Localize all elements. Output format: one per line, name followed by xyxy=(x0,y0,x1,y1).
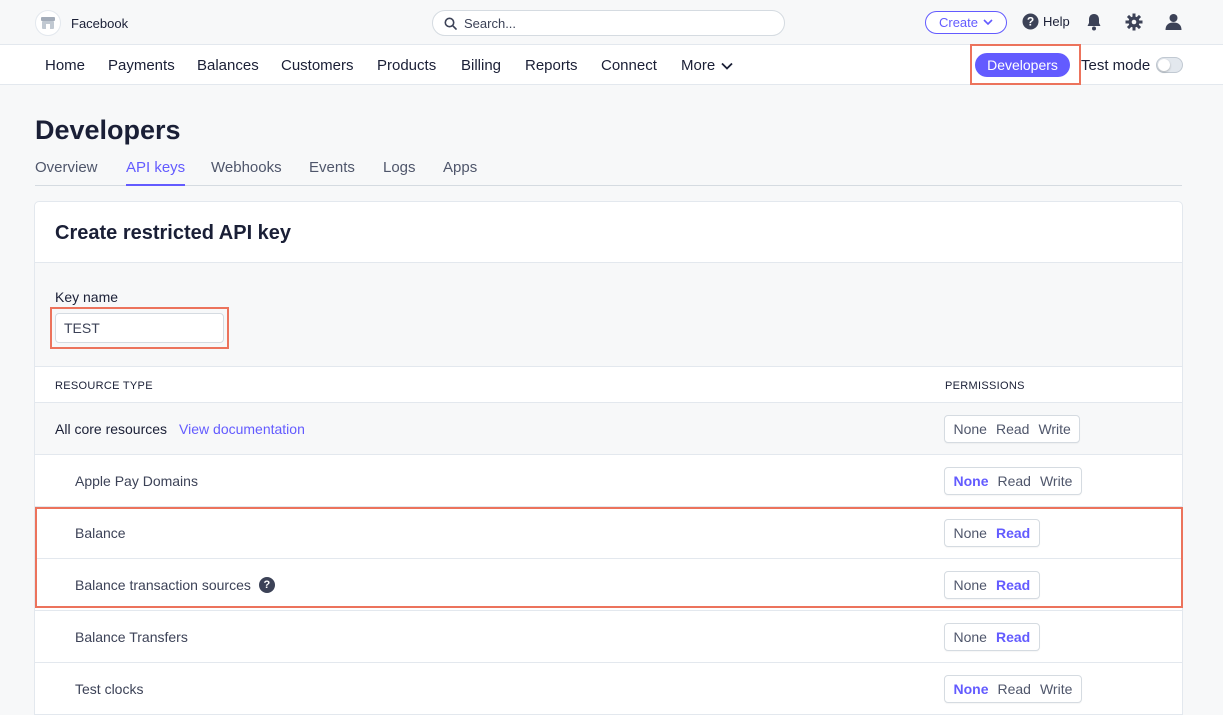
table-row: Test clocks None Read Write xyxy=(35,663,1182,715)
question-circle-icon: ? xyxy=(1022,13,1039,30)
perm-read[interactable]: Read xyxy=(993,473,1035,489)
col-permissions: PERMISSIONS xyxy=(945,380,1025,392)
store-icon xyxy=(35,10,61,36)
row-label: All core resources View documentation xyxy=(55,421,305,437)
core-resources-label: All core resources xyxy=(55,421,168,437)
page-title: Developers xyxy=(35,115,181,145)
table-row: Apple Pay Domains None Read Write xyxy=(35,455,1182,507)
col-resource-type: RESOURCE TYPE xyxy=(55,380,153,392)
tab-webhooks[interactable]: Webhooks xyxy=(211,159,282,186)
perm-none[interactable]: None xyxy=(949,473,993,489)
nav-connect[interactable]: Connect xyxy=(601,57,657,74)
test-mode-label: Test mode xyxy=(1081,57,1151,74)
perm-write[interactable]: Write xyxy=(1034,421,1075,437)
perm-none[interactable]: None xyxy=(949,629,991,645)
svg-text:?: ? xyxy=(1027,15,1034,29)
bell-icon[interactable] xyxy=(1086,13,1102,34)
create-button-label: Create xyxy=(938,15,979,30)
resource-name: Test clocks xyxy=(75,681,144,697)
permission-selector: None Read xyxy=(944,623,1040,651)
help-button[interactable]: ? Help xyxy=(1022,13,1070,30)
perm-none[interactable]: None xyxy=(949,681,993,697)
table-header: RESOURCE TYPE PERMISSIONS xyxy=(35,367,1182,403)
table-row: Balance Transfers None Read xyxy=(35,611,1182,663)
perm-none[interactable]: None xyxy=(949,421,991,437)
account-name: Facebook xyxy=(71,15,129,31)
nav-reports[interactable]: Reports xyxy=(525,57,578,74)
perm-write[interactable]: Write xyxy=(1035,681,1076,697)
key-name-highlight-box xyxy=(50,307,229,349)
resource-name: Balance Transfers xyxy=(75,629,188,645)
permission-selector: None Read Write xyxy=(944,675,1082,703)
developer-tabs: Overview API keys Webhooks Events Logs A… xyxy=(35,159,1182,186)
top-bar: Facebook Create ? Help xyxy=(0,0,1223,45)
permission-selector: None Read Write xyxy=(944,467,1082,495)
nav-products[interactable]: Products xyxy=(377,57,436,74)
tab-logs[interactable]: Logs xyxy=(383,159,416,186)
search-input[interactable] xyxy=(464,15,764,31)
row-label: Apple Pay Domains xyxy=(75,473,198,489)
perm-read[interactable]: Read xyxy=(991,629,1034,645)
tab-overview[interactable]: Overview xyxy=(35,159,98,186)
chevron-down-icon xyxy=(721,62,733,70)
account-switcher[interactable]: Facebook xyxy=(35,10,128,36)
tab-api-keys[interactable]: API keys xyxy=(126,159,186,186)
perm-read[interactable]: Read xyxy=(993,681,1035,697)
tab-apps[interactable]: Apps xyxy=(443,159,477,186)
key-name-label: Key name xyxy=(55,289,119,305)
chevron-down-icon xyxy=(983,19,993,26)
nav-billing[interactable]: Billing xyxy=(461,57,501,74)
nav-more[interactable]: More xyxy=(681,57,733,74)
resource-name: Apple Pay Domains xyxy=(75,473,198,489)
gear-icon[interactable] xyxy=(1125,13,1143,34)
nav-home[interactable]: Home xyxy=(45,57,85,74)
create-key-card: Create restricted API key Key name RESOU… xyxy=(34,201,1183,715)
card-title: Create restricted API key xyxy=(55,222,292,244)
perm-write[interactable]: Write xyxy=(1035,473,1076,489)
help-label: Help xyxy=(1043,14,1070,29)
search-icon xyxy=(444,17,457,30)
permission-selector: None Read Write xyxy=(944,415,1081,443)
row-label: Balance Transfers xyxy=(75,629,188,645)
user-icon[interactable] xyxy=(1165,13,1182,33)
test-mode-toggle[interactable] xyxy=(1156,57,1183,73)
create-button[interactable]: Create xyxy=(925,11,1007,34)
table-row-core: All core resources View documentation No… xyxy=(35,403,1182,455)
nav-payments[interactable]: Payments xyxy=(108,57,175,74)
toggle-knob xyxy=(1158,59,1170,71)
key-name-section: Key name xyxy=(35,262,1182,367)
search-bar[interactable] xyxy=(432,10,785,36)
balance-rows-highlight-box xyxy=(35,507,1183,608)
row-label: Test clocks xyxy=(75,681,143,697)
view-documentation-link[interactable]: View documentation xyxy=(179,421,305,437)
tab-events[interactable]: Events xyxy=(309,159,355,186)
nav-balances[interactable]: Balances xyxy=(197,57,259,74)
nav-customers[interactable]: Customers xyxy=(281,57,354,74)
perm-read[interactable]: Read xyxy=(991,421,1033,437)
nav-developers[interactable]: Developers xyxy=(975,53,1070,77)
nav-more-label: More xyxy=(681,57,716,74)
